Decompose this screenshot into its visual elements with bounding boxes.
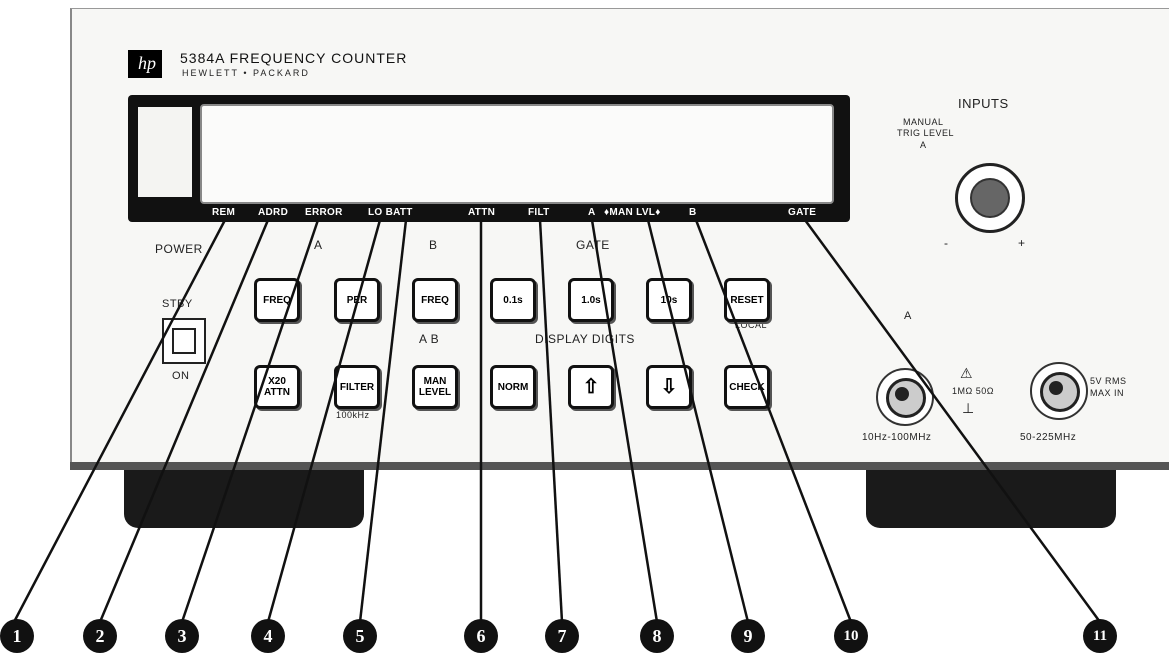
callout-3: 3 xyxy=(165,619,199,653)
callout-10: 10 xyxy=(834,619,868,653)
leader-11 xyxy=(803,219,1102,623)
leader-3 xyxy=(180,219,320,623)
callout-7: 7 xyxy=(545,619,579,653)
leader-4 xyxy=(266,219,382,623)
leader-8 xyxy=(590,219,659,623)
leader-7 xyxy=(538,219,564,623)
callout-5: 5 xyxy=(343,619,377,653)
callout-2: 2 xyxy=(83,619,117,653)
leader-2 xyxy=(98,219,270,623)
callout-4: 4 xyxy=(251,619,285,653)
leader-1 xyxy=(12,219,227,623)
callout-6: 6 xyxy=(464,619,498,653)
leader-9 xyxy=(646,219,750,623)
leader-5 xyxy=(358,219,408,623)
callout-8: 8 xyxy=(640,619,674,653)
leader-10 xyxy=(694,219,853,623)
callout-1: 1 xyxy=(0,619,34,653)
callout-11: 11 xyxy=(1083,619,1117,653)
callout-leader-lines xyxy=(12,219,1102,623)
callout-9: 9 xyxy=(731,619,765,653)
